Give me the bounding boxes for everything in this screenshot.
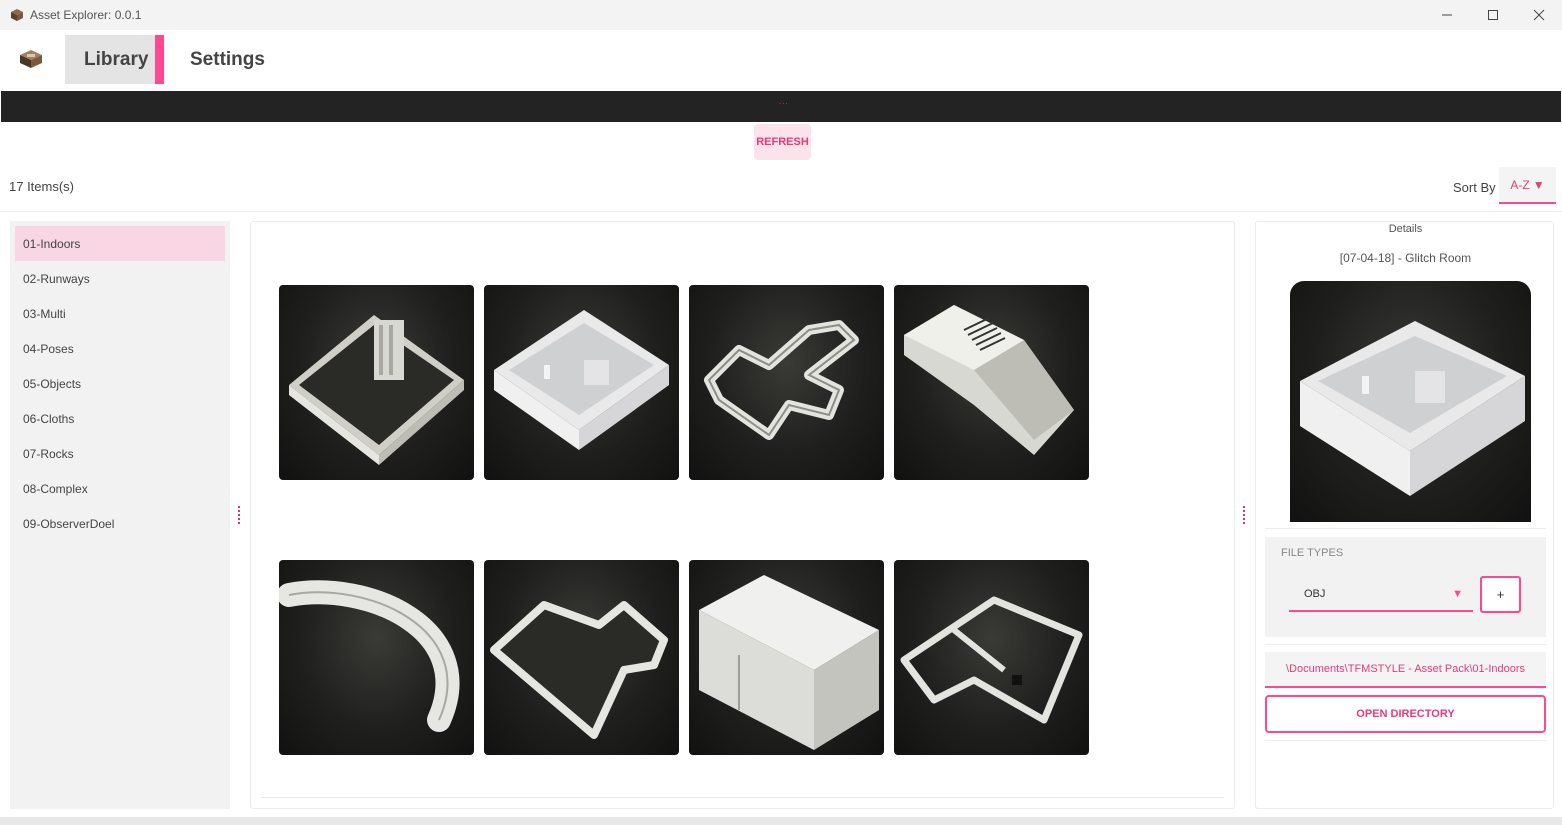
closed-box-model-thumbnail bbox=[699, 575, 879, 750]
close-icon bbox=[1533, 9, 1545, 21]
details-divider bbox=[1265, 644, 1546, 645]
items-count: 17 Items(s) bbox=[9, 179, 75, 194]
window-bottom-bar bbox=[0, 817, 1562, 825]
details-divider bbox=[1265, 740, 1546, 741]
toolbar-dots: ... bbox=[779, 97, 789, 106]
app-logo-icon bbox=[20, 50, 42, 68]
maximize-icon bbox=[1488, 10, 1498, 20]
active-tab-indicator bbox=[155, 35, 164, 84]
tab-library[interactable]: Library bbox=[65, 35, 164, 84]
sidebar-item-08-complex[interactable]: 08-Complex bbox=[15, 471, 225, 506]
grid-bottom-divider bbox=[261, 797, 1224, 798]
file-types-section: FILE TYPES OBJ ▼ + bbox=[1265, 537, 1546, 637]
tab-settings[interactable]: Settings bbox=[190, 35, 265, 84]
open-room-model-thumbnail bbox=[289, 315, 464, 465]
sidebar-item-09-observerdoel[interactable]: 09-ObserverDoel bbox=[15, 506, 225, 541]
details-heading: Details bbox=[1388, 223, 1423, 235]
sort-select[interactable]: A-Z ▼ bbox=[1499, 167, 1556, 204]
sidebar-item-01-indoors[interactable]: 01-Indoors bbox=[15, 226, 225, 261]
asset-thumbnail[interactable] bbox=[484, 560, 679, 755]
asset-thumbnail[interactable] bbox=[279, 560, 474, 755]
sidebar-item-05-objects[interactable]: 05-Objects bbox=[15, 366, 225, 401]
sidebar-resize-handle[interactable] bbox=[238, 506, 241, 524]
asset-thumbnail[interactable] bbox=[689, 285, 884, 480]
sidebar-item-04-poses[interactable]: 04-Poses bbox=[15, 331, 225, 366]
asset-thumbnail[interactable] bbox=[894, 285, 1089, 480]
details-resize-handle[interactable] bbox=[1243, 506, 1246, 524]
refresh-button[interactable]: REFRESH bbox=[754, 124, 811, 160]
winding-corridor-model-thumbnail bbox=[704, 320, 859, 440]
sidebar-item-07-rocks[interactable]: 07-Rocks bbox=[15, 436, 225, 471]
window-title: Asset Explorer: 0.0.1 bbox=[30, 8, 142, 22]
glitch-room-model-thumbnail bbox=[494, 310, 669, 450]
sidebar-item-label: 06-Cloths bbox=[23, 411, 75, 426]
toolbar-strip: ... bbox=[1, 91, 1561, 122]
close-button[interactable] bbox=[1516, 0, 1562, 30]
sidebar-item-label: 09-ObserverDoel bbox=[23, 516, 115, 531]
curved-tube-model-thumbnail bbox=[279, 580, 460, 732]
file-types-label: FILE TYPES bbox=[1281, 547, 1344, 559]
sidebar-item-label: 04-Poses bbox=[23, 341, 74, 356]
sidebar-item-03-multi[interactable]: 03-Multi bbox=[15, 296, 225, 331]
file-type-select[interactable]: OBJ ▼ bbox=[1289, 577, 1473, 612]
asset-preview bbox=[1290, 281, 1531, 522]
tab-library-label: Library bbox=[84, 48, 149, 70]
chevron-down-icon: ▼ bbox=[1532, 177, 1545, 192]
sidebar-item-06-cloths[interactable]: 06-Cloths bbox=[15, 401, 225, 436]
asset-thumbnail[interactable] bbox=[484, 285, 679, 480]
details-panel: Details [07-04-18] - Glitch Room FILE TY… bbox=[1255, 221, 1554, 809]
sidebar-item-02-runways[interactable]: 02-Runways bbox=[15, 261, 225, 296]
tab-settings-label: Settings bbox=[190, 48, 265, 70]
floorplan-rooms-model-thumbnail bbox=[900, 596, 1083, 724]
cross-room-model-thumbnail bbox=[490, 601, 668, 739]
chevron-down-icon: ▼ bbox=[1452, 588, 1463, 600]
minimize-button[interactable] bbox=[1424, 0, 1470, 30]
sidebar-item-label: 08-Complex bbox=[23, 481, 88, 496]
sort-value: A-Z bbox=[1510, 177, 1530, 192]
directory-path-field[interactable]: \Documents\TFMSTYLE - Asset Pack\01-Indo… bbox=[1265, 652, 1546, 688]
nav-bar: Library Settings bbox=[0, 30, 1562, 90]
add-file-type-button[interactable]: + bbox=[1480, 576, 1521, 613]
asset-thumbnail[interactable] bbox=[689, 560, 884, 755]
asset-title: [07-04-18] - Glitch Room bbox=[1339, 251, 1472, 265]
header-divider bbox=[0, 211, 1562, 212]
glitch-room-model-preview bbox=[1300, 321, 1525, 496]
vent-block-model-thumbnail bbox=[904, 305, 1074, 455]
sidebar-item-label: 02-Runways bbox=[23, 271, 90, 286]
details-divider bbox=[1265, 528, 1546, 529]
app-icon bbox=[11, 9, 23, 21]
category-sidebar: 01-Indoors 02-Runways 03-Multi 04-Poses … bbox=[10, 221, 230, 809]
sidebar-item-label: 01-Indoors bbox=[23, 236, 81, 251]
sidebar-item-label: 03-Multi bbox=[23, 306, 66, 321]
file-type-value: OBJ bbox=[1304, 587, 1326, 600]
minimize-icon bbox=[1442, 14, 1452, 16]
open-directory-button[interactable]: OPEN DIRECTORY bbox=[1265, 695, 1546, 733]
sidebar-item-label: 07-Rocks bbox=[23, 446, 74, 461]
sidebar-item-label: 05-Objects bbox=[23, 376, 82, 391]
asset-thumbnail[interactable] bbox=[894, 560, 1089, 755]
asset-grid bbox=[250, 221, 1235, 809]
title-bar: Asset Explorer: 0.0.1 bbox=[0, 0, 1562, 30]
maximize-button[interactable] bbox=[1470, 0, 1516, 30]
asset-thumbnail[interactable] bbox=[279, 285, 474, 480]
sort-by-label: Sort By bbox=[1453, 180, 1496, 195]
